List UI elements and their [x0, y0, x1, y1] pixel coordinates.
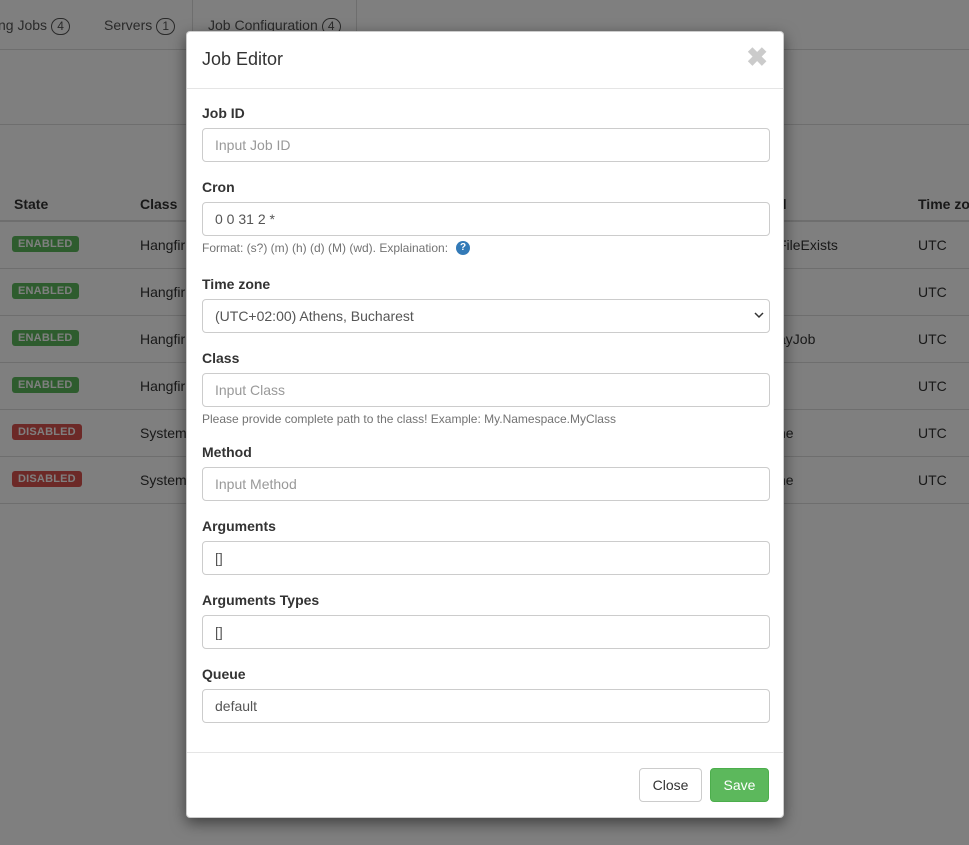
class-help: Please provide complete path to the clas…: [202, 412, 616, 426]
job-id-input[interactable]: [202, 128, 770, 162]
cron-help: Format: (s?) (m) (h) (d) (M) (wd). Expla…: [202, 241, 770, 255]
chevron-down-icon: [754, 312, 764, 319]
job-id-group: Job ID: [202, 105, 770, 162]
argument-types-group: Arguments Types: [202, 592, 770, 649]
question-icon[interactable]: ?: [456, 241, 471, 255]
close-icon[interactable]: ✖: [746, 44, 768, 70]
timezone-label: Time zone: [202, 276, 271, 292]
cron-help-text: Format: (s?) (m) (h) (d) (M) (wd). Expla…: [202, 241, 449, 255]
argument-types-input[interactable]: [202, 615, 770, 649]
class-label: Class: [202, 350, 240, 366]
timezone-selected-value: (UTC+02:00) Athens, Bucharest: [202, 299, 770, 333]
timezone-group: Time zone (UTC+02:00) Athens, Bucharest: [202, 276, 770, 333]
modal-footer: Close Save: [187, 752, 783, 817]
save-button[interactable]: Save: [710, 768, 769, 802]
class-group: Class Please provide complete path to th…: [202, 350, 770, 426]
queue-input[interactable]: [202, 689, 770, 723]
cron-group: Cron Format: (s?) (m) (h) (d) (M) (wd). …: [202, 179, 770, 255]
modal-header: Job Editor ✖: [187, 32, 783, 89]
timezone-select[interactable]: (UTC+02:00) Athens, Bucharest: [202, 299, 770, 333]
argument-types-label: Arguments Types: [202, 592, 320, 608]
cron-input[interactable]: [202, 202, 770, 236]
arguments-group: Arguments: [202, 518, 770, 575]
queue-group: Queue: [202, 666, 770, 723]
method-input[interactable]: [202, 467, 770, 501]
close-button[interactable]: Close: [639, 768, 702, 802]
cron-label: Cron: [202, 179, 235, 195]
job-id-label: Job ID: [202, 105, 245, 121]
method-label: Method: [202, 444, 252, 460]
modal-title: Job Editor: [202, 49, 284, 69]
queue-label: Queue: [202, 666, 246, 682]
method-group: Method: [202, 444, 770, 501]
class-input[interactable]: [202, 373, 770, 407]
job-editor-modal: Job Editor ✖ Job ID Cron Format: (s?) (m…: [186, 31, 784, 818]
arguments-input[interactable]: [202, 541, 770, 575]
arguments-label: Arguments: [202, 518, 276, 534]
